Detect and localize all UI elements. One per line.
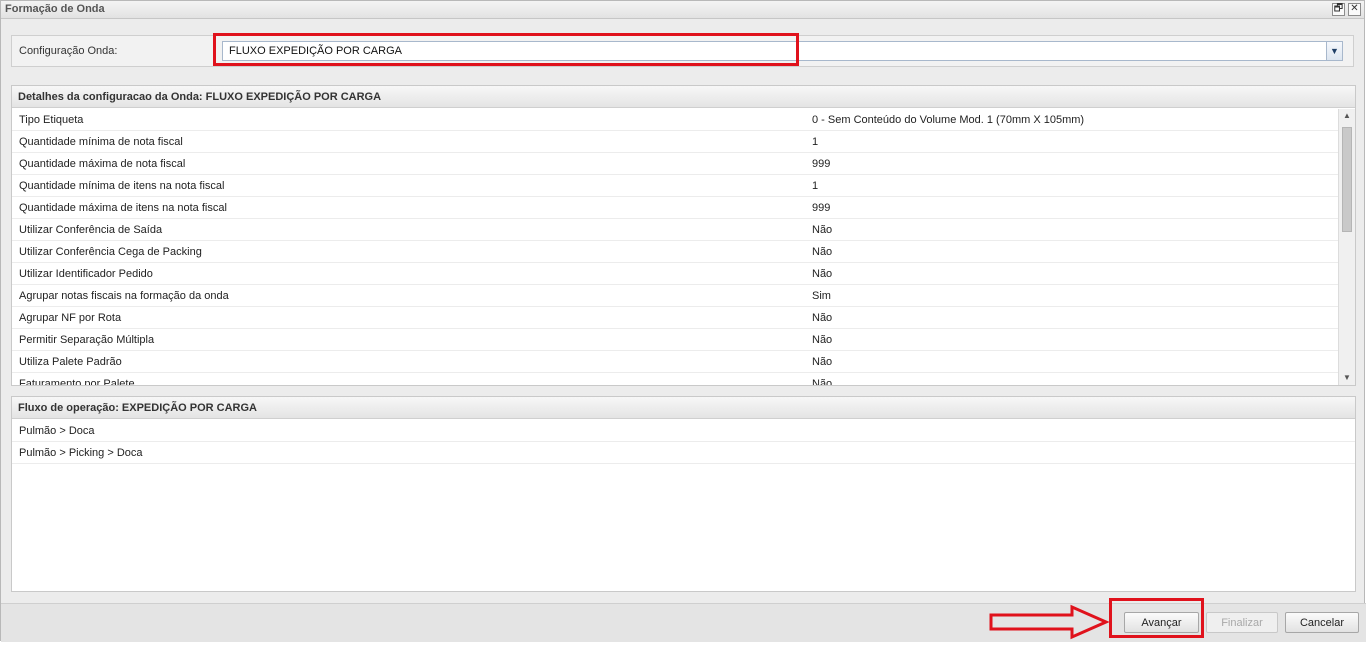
avancar-button[interactable]: Avançar — [1124, 612, 1199, 633]
config-onda-select[interactable]: FLUXO EXPEDIÇÃO POR CARGA ▼ — [222, 41, 1343, 61]
details-row-key: Permitir Separação Múltipla — [19, 334, 155, 346]
cancelar-button[interactable]: Cancelar — [1285, 612, 1359, 633]
details-row-key: Agrupar notas fiscais na formação da ond… — [19, 290, 229, 302]
details-row-key: Quantidade mínima de itens na nota fisca… — [19, 180, 225, 192]
details-row-key: Faturamento por Palete — [19, 378, 135, 385]
details-row[interactable]: Agrupar notas fiscais na formação da ond… — [12, 285, 1338, 307]
details-row[interactable]: Utilizar Conferência Cega de Packing Não — [12, 241, 1338, 263]
details-row-key: Agrupar NF por Rota — [19, 312, 122, 324]
details-row-key: Utiliza Palete Padrão — [19, 356, 122, 368]
details-row[interactable]: Quantidade mínima de itens na nota fisca… — [12, 175, 1338, 197]
window-titlebar[interactable]: Formação de Onda 🗗 ✕ — [1, 1, 1364, 19]
details-row[interactable]: Agrupar NF por Rota Não — [12, 307, 1338, 329]
details-row-value: Não — [812, 224, 833, 236]
details-row[interactable]: Quantidade mínima de nota fiscal 1 — [12, 131, 1338, 153]
formacao-onda-window: Formação de Onda 🗗 ✕ Configuração Onda: … — [0, 0, 1366, 642]
details-grid: Tipo Etiqueta 0 - Sem Conteúdo do Volume … — [12, 109, 1338, 385]
details-row-key: Utilizar Conferência de Saída — [19, 224, 163, 236]
fluxo-row[interactable]: Pulmão > Picking > Doca — [12, 442, 1355, 464]
details-row-value: Não — [812, 312, 833, 324]
details-row[interactable]: Quantidade máxima de nota fiscal 999 — [12, 153, 1338, 175]
footer-toolbar: Avançar Finalizar Cancelar — [1, 603, 1366, 642]
details-row[interactable]: Tipo Etiqueta 0 - Sem Conteúdo do Volume … — [12, 109, 1338, 131]
details-panel-header: Detalhes da configuracao da Onda: FLUXO … — [12, 86, 1355, 108]
scroll-down-icon[interactable]: ▼ — [1339, 371, 1355, 385]
details-row-value: 1 — [812, 136, 819, 148]
details-row-value: Não — [812, 246, 833, 258]
details-row-key: Quantidade mínima de nota fiscal — [19, 136, 183, 148]
details-scrollbar[interactable]: ▲ ▼ — [1338, 109, 1355, 385]
details-row[interactable]: Permitir Separação Múltipla Não — [12, 329, 1338, 351]
details-row-key: Utilizar Conferência Cega de Packing — [19, 246, 202, 258]
fluxo-panel-header: Fluxo de operação: EXPEDIÇÃO POR CARGA — [12, 397, 1355, 419]
details-row-key: Utilizar Identificador Pedido — [19, 268, 153, 280]
details-row[interactable]: Utilizar Conferência de Saída Não — [12, 219, 1338, 241]
config-onda-value: FLUXO EXPEDIÇÃO POR CARGA — [229, 45, 402, 57]
details-row-value: Não — [812, 268, 833, 280]
fluxo-row-label: Pulmão > Picking > Doca — [19, 447, 143, 459]
fluxo-row-label: Pulmão > Doca — [19, 425, 95, 437]
details-row-value: 999 — [812, 202, 831, 214]
config-panel: Configuração Onda: FLUXO EXPEDIÇÃO POR C… — [11, 35, 1354, 67]
fluxo-row[interactable]: Pulmão > Doca — [12, 420, 1355, 442]
scroll-thumb[interactable] — [1342, 127, 1352, 232]
window-title: Formação de Onda — [5, 3, 105, 15]
details-row-value: 0 - Sem Conteúdo do Volume Mod. 1 (70mm … — [812, 114, 1085, 126]
details-row-key: Quantidade máxima de itens na nota fisca… — [19, 202, 227, 214]
details-row[interactable]: Utiliza Palete Padrão Não — [12, 351, 1338, 373]
details-row[interactable]: Faturamento por Palete Não — [12, 373, 1338, 385]
details-row[interactable]: Quantidade máxima de itens na nota fisca… — [12, 197, 1338, 219]
config-onda-label: Configuração Onda: — [19, 45, 118, 57]
details-row-value: 999 — [812, 158, 831, 170]
details-row-value: Sim — [812, 290, 831, 302]
details-row-key: Tipo Etiqueta — [19, 114, 84, 126]
fluxo-panel: Fluxo de operação: EXPEDIÇÃO POR CARGA P… — [11, 396, 1356, 592]
dropdown-chevron-icon[interactable]: ▼ — [1326, 42, 1342, 60]
restore-window-icon[interactable]: 🗗 — [1332, 3, 1345, 16]
details-row-value: Não — [812, 378, 833, 385]
close-window-icon[interactable]: ✕ — [1348, 3, 1361, 16]
annotation-arrow-icon — [989, 604, 1110, 640]
details-row[interactable]: Utilizar Identificador Pedido Não — [12, 263, 1338, 285]
details-row-key: Quantidade máxima de nota fiscal — [19, 158, 186, 170]
finalizar-button: Finalizar — [1206, 612, 1278, 633]
scroll-up-icon[interactable]: ▲ — [1339, 109, 1355, 123]
details-row-value: Não — [812, 334, 833, 346]
fluxo-grid: Pulmão > Doca Pulmão > Picking > Doca — [12, 420, 1355, 464]
details-row-value: 1 — [812, 180, 819, 192]
details-panel: Detalhes da configuracao da Onda: FLUXO … — [11, 85, 1356, 386]
details-row-value: Não — [812, 356, 833, 368]
